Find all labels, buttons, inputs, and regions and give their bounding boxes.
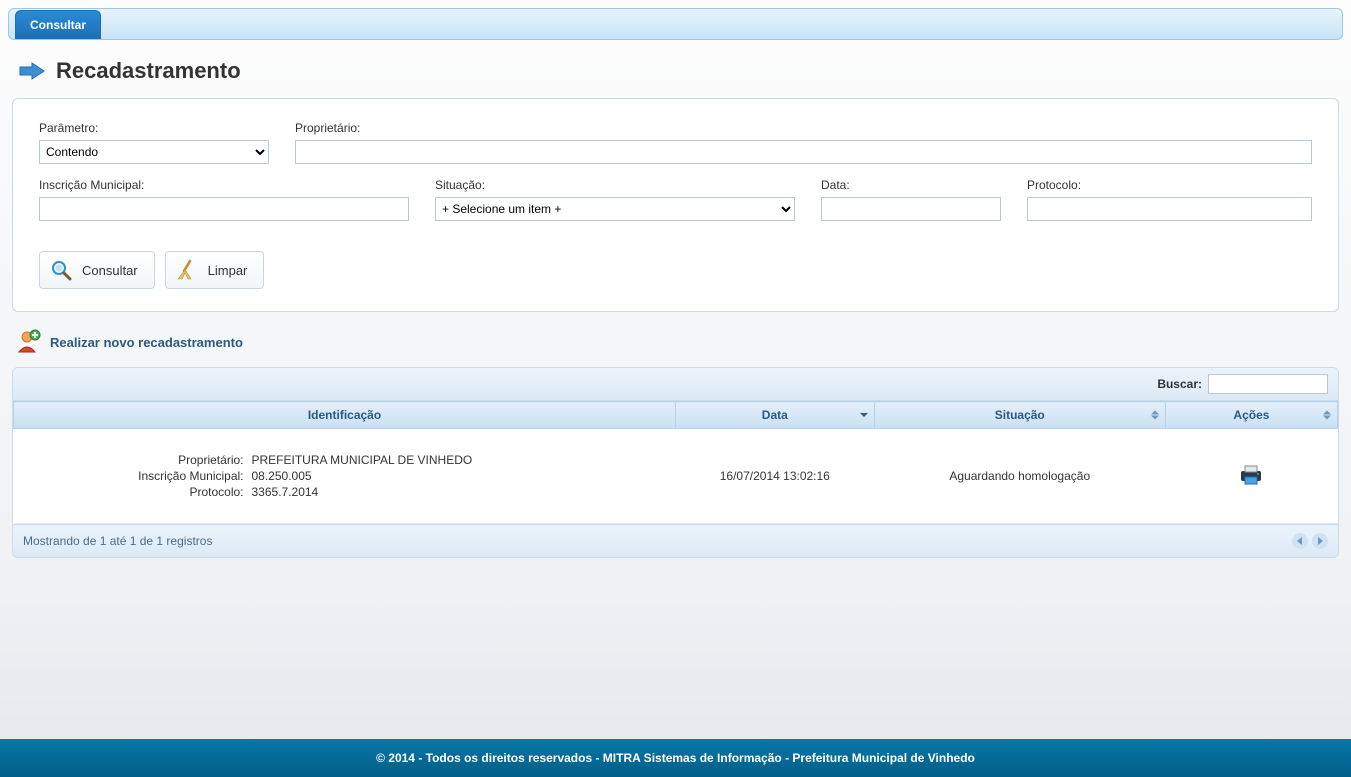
- page-title-row: Recadastramento: [8, 40, 1343, 98]
- row-protocolo-value: 3365.7.2014: [252, 485, 614, 499]
- new-recadastramento-label: Realizar novo recadastramento: [50, 335, 243, 350]
- broom-icon: [176, 259, 198, 281]
- page-title: Recadastramento: [56, 58, 241, 84]
- sort-icon: [1151, 411, 1159, 420]
- print-icon[interactable]: [1237, 476, 1265, 490]
- limpar-button[interactable]: Limpar: [165, 251, 265, 289]
- parametro-select[interactable]: Contendo: [39, 140, 269, 164]
- tab-consultar[interactable]: Consultar: [15, 10, 101, 39]
- col-acoes-label: Ações: [1233, 408, 1269, 422]
- consultar-button[interactable]: Consultar: [39, 251, 155, 289]
- add-user-icon: [16, 328, 42, 357]
- inscricao-input[interactable]: [39, 197, 409, 221]
- row-proprietario-label: Proprietário:: [54, 453, 244, 467]
- protocolo-label: Protocolo:: [1027, 178, 1312, 192]
- row-proprietario-value: PREFEITURA MUNICIPAL DE VINHEDO: [252, 453, 614, 467]
- pager: [1292, 533, 1328, 549]
- col-data[interactable]: Data: [676, 402, 875, 429]
- row-inscricao-label: Inscrição Municipal:: [54, 469, 244, 483]
- row-situacao-value: Aguardando homologação: [874, 429, 1165, 524]
- tab-bar: Consultar: [8, 8, 1343, 40]
- situacao-label: Situação:: [435, 178, 795, 192]
- new-recadastramento-link[interactable]: Realizar novo recadastramento: [8, 312, 1343, 367]
- col-situacao-label: Situação: [995, 408, 1045, 422]
- row-data-value: 16/07/2014 13:02:16: [676, 429, 875, 524]
- search-input[interactable]: [1208, 374, 1328, 394]
- search-label: Buscar:: [1157, 377, 1202, 391]
- data-label: Data:: [821, 178, 1001, 192]
- data-input[interactable]: [821, 197, 1001, 221]
- proprietario-label: Proprietário:: [295, 121, 1312, 135]
- sort-desc-icon: [860, 413, 868, 417]
- row-protocolo-label: Protocolo:: [54, 485, 244, 499]
- search-icon: [50, 259, 72, 281]
- results-footer-info: Mostrando de 1 até 1 de 1 registros: [23, 534, 212, 548]
- table-row: Proprietário: PREFEITURA MUNICIPAL DE VI…: [14, 429, 1338, 524]
- row-inscricao-value: 08.250.005: [252, 469, 614, 483]
- proprietario-input[interactable]: [295, 140, 1312, 164]
- arrow-right-icon: [18, 61, 46, 81]
- site-footer: © 2014 - Todos os direitos reservados - …: [0, 739, 1351, 777]
- inscricao-label: Inscrição Municipal:: [39, 178, 409, 192]
- col-situacao[interactable]: Situação: [874, 402, 1165, 429]
- consultar-button-label: Consultar: [82, 263, 138, 278]
- pager-prev[interactable]: [1292, 533, 1308, 549]
- col-data-label: Data: [762, 408, 788, 422]
- pager-next[interactable]: [1312, 533, 1328, 549]
- col-identificacao-label: Identificação: [308, 408, 381, 422]
- filter-panel: Parâmetro: Contendo Proprietário: Inscri…: [12, 98, 1339, 312]
- situacao-select[interactable]: + Selecione um item +: [435, 197, 795, 221]
- results-panel: Buscar: Identificação Data Situação: [12, 367, 1339, 558]
- protocolo-input[interactable]: [1027, 197, 1312, 221]
- col-identificacao[interactable]: Identificação: [14, 402, 676, 429]
- limpar-button-label: Limpar: [208, 263, 248, 278]
- parametro-label: Parâmetro:: [39, 121, 269, 135]
- col-acoes[interactable]: Ações: [1165, 402, 1337, 429]
- sort-icon: [1323, 411, 1331, 420]
